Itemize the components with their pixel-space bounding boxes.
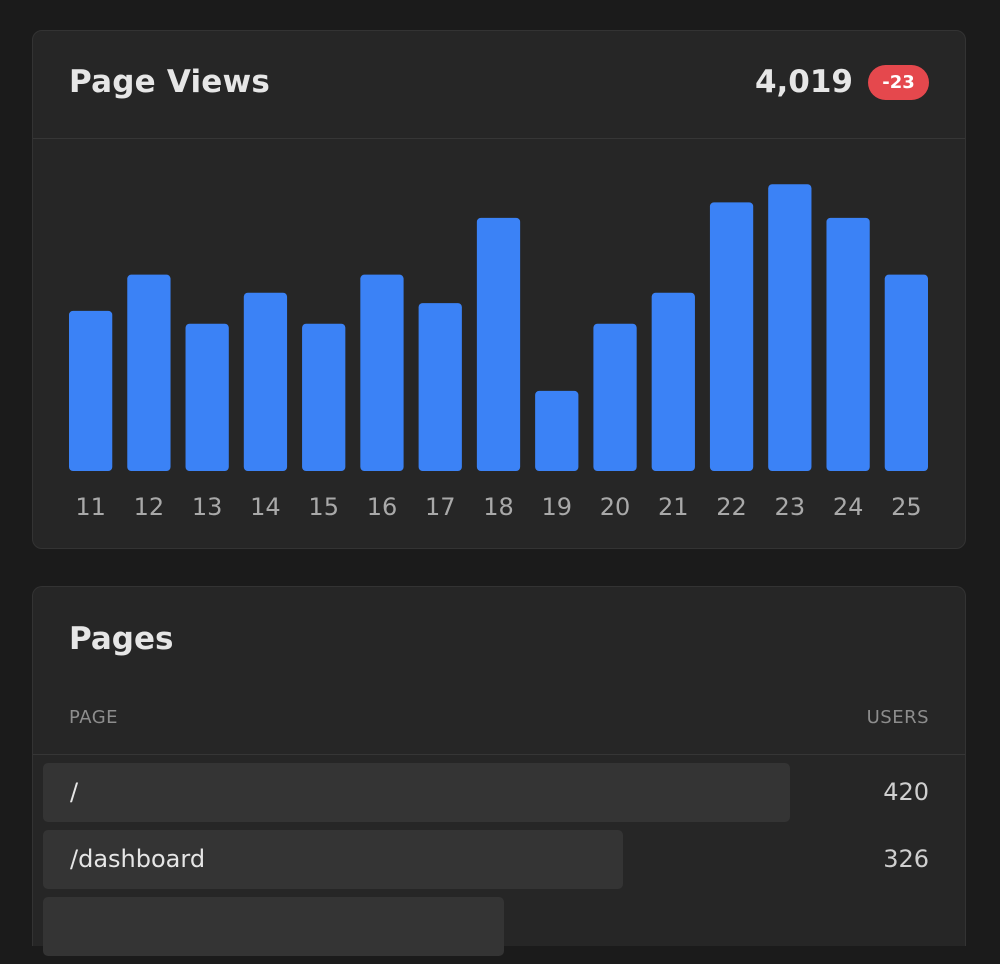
x-tick-label: 13 [192, 493, 223, 521]
x-tick-label: 18 [483, 493, 514, 521]
bar-21[interactable] [651, 292, 695, 471]
bar-17[interactable] [418, 303, 462, 471]
x-tick-label: 22 [716, 493, 747, 521]
row-users-count: 326 [883, 845, 929, 873]
page-views-header: Page Views 4,019 -23 [33, 31, 965, 139]
bar-11[interactable] [69, 310, 113, 471]
bar-25[interactable] [884, 274, 928, 471]
bar-12[interactable] [127, 274, 171, 471]
page-views-delta-badge: -23 [868, 65, 929, 100]
x-tick-label: 15 [308, 493, 339, 521]
page-views-title: Page Views [69, 64, 271, 100]
bar-22[interactable] [709, 202, 754, 471]
x-tick-label: 12 [134, 493, 165, 521]
bar-14[interactable] [243, 292, 288, 471]
x-tick-label: 17 [425, 493, 456, 521]
table-row[interactable] [33, 897, 965, 957]
bar-18[interactable] [476, 217, 521, 471]
x-tick-label: 14 [250, 493, 281, 521]
page-views-bar-chart: 11 12 13 14 15 16 17 18 19 20 21 22 23 24 25 [69, 184, 928, 521]
x-tick-label: 20 [600, 493, 631, 521]
x-tick-label: 25 [891, 493, 922, 521]
x-tick-label: 16 [367, 493, 398, 521]
x-tick-label: 11 [75, 493, 106, 521]
x-tick-label: 23 [775, 493, 806, 521]
column-header-users[interactable]: USERS [867, 707, 929, 728]
pages-title: Pages [69, 621, 174, 657]
bar-24[interactable] [826, 217, 870, 471]
table-row[interactable]: / 420 [33, 763, 965, 823]
bar-20[interactable] [593, 323, 637, 471]
table-row[interactable]: /dashboard 326 [33, 830, 965, 890]
bar-19[interactable] [535, 390, 579, 471]
page-views-total: 4,019 [754, 64, 853, 100]
pages-card: Pages PAGE USERS / 420/dashboard 326 [32, 586, 966, 956]
row-users-bar [43, 763, 790, 822]
bar-16[interactable] [360, 274, 404, 471]
x-tick-label: 21 [658, 493, 689, 521]
row-page-path[interactable]: /dashboard [70, 830, 205, 889]
x-tick-label: 19 [541, 493, 572, 521]
row-page-path[interactable]: / [70, 763, 78, 822]
page-views-card: Page Views 4,019 -23 11 12 13 14 15 16 17 18 19 2… [32, 30, 966, 549]
pages-divider [33, 754, 965, 755]
pages-list: / 420/dashboard 326 [33, 763, 965, 964]
row-users-count: 420 [883, 778, 929, 806]
bar-13[interactable] [185, 323, 229, 471]
bar-15[interactable] [302, 323, 346, 471]
x-tick-label: 24 [833, 493, 864, 521]
bar-23[interactable] [768, 184, 812, 471]
row-users-bar [43, 897, 504, 956]
column-header-page[interactable]: PAGE [69, 707, 118, 728]
